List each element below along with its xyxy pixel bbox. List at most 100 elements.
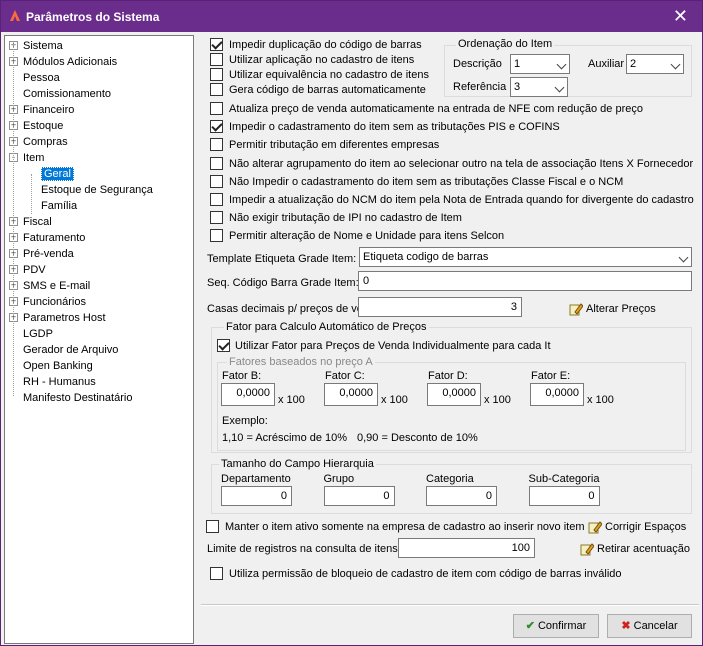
corrigir-espacos-button[interactable]: Corrigir Espaços — [588, 520, 686, 534]
tree-item[interactable]: Faturamento + — [9, 230, 85, 246]
tree-item[interactable]: RH - Humanus — [23, 374, 96, 390]
tree-item[interactable]: Funcionários + — [9, 294, 86, 310]
ordenacao-title: Ordenação do Item — [456, 38, 555, 50]
limite-label: Limite de registros na consulta de itens… — [207, 543, 401, 555]
hierarquia-input[interactable]: 0 — [426, 486, 497, 506]
cancel-button[interactable]: ✖ Cancelar — [607, 614, 692, 638]
bloqueio-label: Utiliza permissão de bloqueio de cadastr… — [229, 568, 622, 580]
chevron-down-icon — [678, 252, 689, 263]
option-0-label: Atualiza preço de venda automaticamente … — [229, 103, 643, 115]
template-label: Template Etiqueta Grade Item: — [207, 253, 357, 265]
tree-item[interactable]: LGDP — [23, 326, 53, 342]
hierarquia-field-label: Categoria — [426, 473, 474, 485]
auxiliar-select[interactable]: 2 — [626, 54, 684, 74]
tree-item[interactable]: Estoque de Segurança — [41, 182, 153, 198]
top-option-1-checkbox[interactable] — [210, 53, 223, 66]
tree-item[interactable]: Comissionamento — [23, 86, 111, 102]
manter-label: Manter o item ativo somente na empresa d… — [225, 521, 585, 533]
fator-field-label: Fator B: — [222, 370, 262, 382]
tree-item[interactable]: Financeiro + — [9, 102, 74, 118]
option-5-label: Impedir a atualização do NCM do item pel… — [229, 194, 694, 206]
option-2-label: Permitir tributação em diferentes empres… — [229, 139, 440, 152]
tree-item[interactable]: Estoque + — [9, 118, 63, 134]
casas-input[interactable]: 3 — [358, 297, 522, 317]
window-title: Parâmetros do Sistema — [26, 10, 160, 24]
edit-icon — [580, 543, 594, 556]
fator-checkbox[interactable] — [217, 339, 230, 352]
option-6-checkbox[interactable] — [210, 211, 223, 225]
top-option-0-label: Impedir duplicação do código de barras — [229, 39, 422, 51]
tree-item[interactable]: Pessoa — [23, 70, 60, 86]
seq-input[interactable]: 0 — [358, 271, 692, 291]
top-option-2-checkbox[interactable] — [210, 68, 223, 81]
fator-field-label: Fator E: — [531, 370, 571, 382]
top-option-0-checkbox[interactable] — [210, 38, 223, 51]
limite-input[interactable]: 100 — [398, 538, 535, 558]
tree-item[interactable]: Gerador de Arquivo — [23, 342, 118, 358]
tree-item[interactable]: Família — [41, 198, 77, 214]
hierarquia-input[interactable]: 0 — [221, 486, 292, 506]
option-7-checkbox[interactable] — [210, 229, 223, 243]
fator-field-label: Fator C: — [325, 370, 365, 382]
referencia-select[interactable]: 3 — [510, 77, 568, 97]
close-icon[interactable]: ✕ — [673, 6, 688, 27]
edit-icon — [569, 303, 583, 316]
tree-item[interactable]: Manifesto Destinatário — [23, 390, 132, 406]
seq-label: Seq. Código Barra Grade Item: — [207, 277, 359, 289]
manter-checkbox[interactable] — [206, 520, 219, 533]
tree-item[interactable]: Pré-venda + — [9, 246, 74, 262]
dialog-window: Parâmetros do Sistema ✕ Sistema + Módulos … — [0, 0, 703, 646]
fator-input[interactable]: 0,0000 — [221, 383, 275, 406]
fatores-subtitle: Fatores baseados no preço A — [227, 356, 375, 368]
hierarquia-input[interactable]: 0 — [323, 486, 395, 506]
template-select[interactable]: Etiqueta codigo de barras — [359, 247, 692, 267]
check-icon: ✔ — [525, 620, 535, 632]
tree-item[interactable]: PDV + — [9, 262, 46, 278]
option-3-checkbox[interactable] — [210, 156, 223, 170]
tree-item[interactable]: Sistema + — [9, 38, 63, 54]
footer-divider — [201, 604, 699, 606]
hierarquia-field-label: Grupo — [323, 473, 355, 485]
fator-input[interactable]: 0,0000 — [427, 383, 481, 406]
tree-item[interactable]: Geral — [41, 166, 74, 182]
retirar-acentuacao-button[interactable]: Retirar acentuação — [580, 542, 690, 556]
example-1: 1,10 = Acréscimo de 10% — [222, 432, 348, 444]
tree-item[interactable]: Open Banking — [23, 358, 93, 374]
option-5-checkbox[interactable] — [210, 193, 223, 206]
top-option-2-label: Utilizar equivalência no cadastro de ite… — [229, 69, 429, 81]
option-0-checkbox[interactable] — [210, 102, 223, 115]
bloqueio-checkbox[interactable] — [210, 567, 223, 580]
title-bar: Parâmetros do Sistema ✕ — [1, 1, 702, 32]
hierarquia-input[interactable]: 0 — [528, 486, 600, 506]
tree-item[interactable]: Compras + — [9, 134, 68, 150]
edit-icon — [588, 521, 602, 534]
hierarquia-title: Tamanho do Campo Hierarquia — [219, 458, 376, 470]
auxiliar-label: Auxiliar — [588, 58, 625, 70]
confirm-button[interactable]: ✔ Confirmar — [513, 614, 599, 638]
descricao-select[interactable]: 1 — [510, 54, 570, 74]
x-icon: ✖ — [621, 620, 631, 632]
hierarquia-field-label: Sub-Categoria — [528, 473, 600, 485]
option-1-checkbox[interactable] — [210, 120, 223, 134]
option-2-checkbox[interactable] — [210, 138, 223, 152]
tree-item[interactable]: Fiscal + — [9, 214, 52, 230]
top-option-3-checkbox[interactable] — [210, 83, 223, 96]
alterar-precos-button[interactable]: Alterar Preços — [569, 302, 656, 316]
fator-suffix: x 100 — [587, 394, 614, 406]
tree-item[interactable]: Parametros Host + — [9, 310, 106, 326]
tree-item[interactable]: Módulos Adicionais + — [9, 54, 117, 70]
fator-suffix: x 100 — [381, 394, 408, 406]
fator-field-label: Fator D: — [428, 370, 468, 382]
tree-item[interactable]: SMS e E-mail + — [9, 278, 90, 294]
fator-input[interactable]: 0,0000 — [530, 383, 584, 406]
fator-input[interactable]: 0,0000 — [324, 383, 378, 406]
option-3-label: Não alterar agrupamento do item ao selec… — [229, 157, 694, 170]
chevron-down-icon — [670, 59, 681, 70]
tree-item[interactable]: Item - — [9, 150, 44, 166]
top-option-3-label: Gera código de barras automaticamente — [229, 84, 426, 96]
chevron-down-icon — [554, 82, 565, 93]
settings-tree[interactable]: Sistema + Módulos Adicionais + Pessoa Comissi… — [4, 35, 194, 644]
option-4-checkbox[interactable] — [210, 174, 223, 188]
example-title: Exemplo: — [222, 415, 268, 427]
fator-check-label: Utilizar Fator para Preços de Venda Indi… — [235, 340, 551, 352]
